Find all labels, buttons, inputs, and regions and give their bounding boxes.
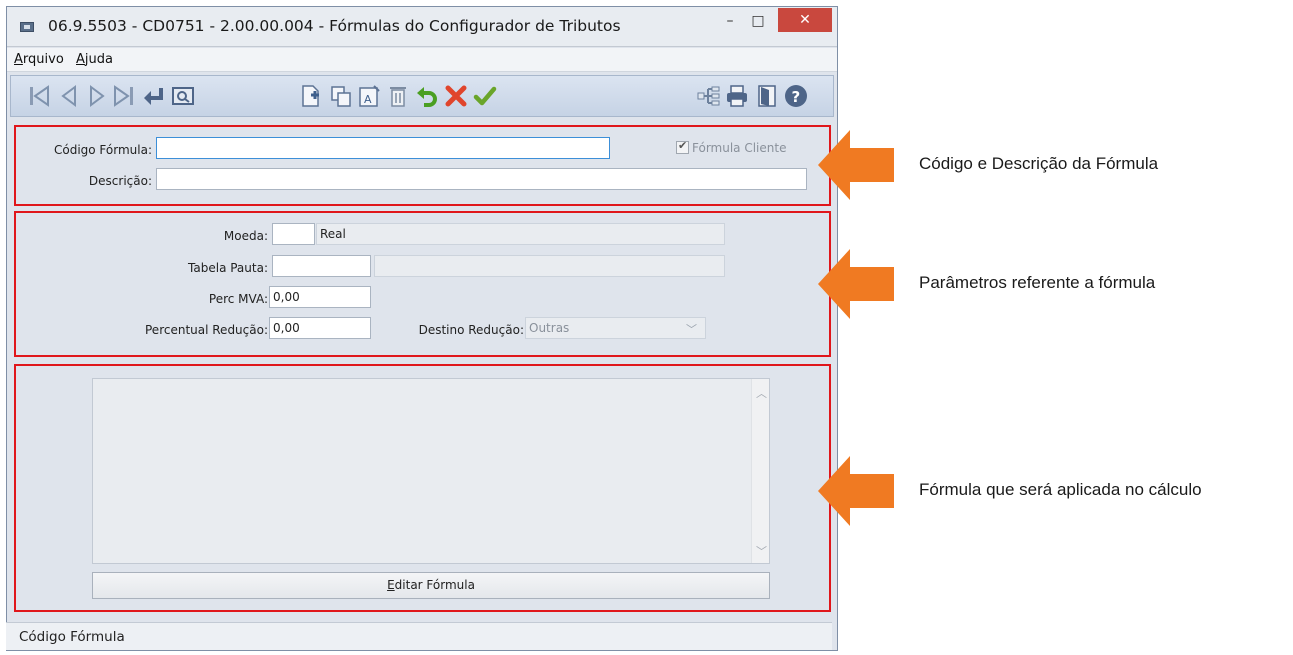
window-title: 06.9.5503 - CD0751 - 2.00.00.004 - Fórmu… xyxy=(48,17,621,35)
codigo-formula-label: Código Fórmula: xyxy=(53,143,152,157)
status-text: Código Fórmula xyxy=(19,629,125,645)
menu-ajuda-mnemonic: A xyxy=(76,52,85,67)
svg-text:?: ? xyxy=(792,88,801,106)
formula-cliente-check-box[interactable] xyxy=(676,139,689,154)
exit-door-icon[interactable] xyxy=(755,84,779,108)
help-icon[interactable]: ? xyxy=(784,84,808,108)
app-icon xyxy=(20,22,34,32)
destino-reducao-label: Destino Redução: xyxy=(418,323,524,337)
title-bar[interactable]: 06.9.5503 - CD0751 - 2.00.00.004 - Fórmu… xyxy=(7,7,837,47)
previous-record-icon[interactable] xyxy=(57,84,81,108)
moeda-label: Moeda: xyxy=(223,229,268,243)
menu-arquivo[interactable]: Arquivo xyxy=(14,52,64,67)
editar-formula-mnemonic: E xyxy=(387,578,395,592)
formula-scrollbar[interactable]: ︿ ﹀ xyxy=(751,379,769,563)
perc-mva-input[interactable]: 0,00 xyxy=(269,286,371,308)
tabela-pauta-label: Tabela Pauta: xyxy=(188,261,268,275)
formula-cliente-checkbox[interactable]: Fórmula Cliente xyxy=(676,139,787,155)
close-button[interactable]: ✕ xyxy=(778,8,832,32)
delete-icon[interactable] xyxy=(386,84,410,108)
arrow-left-icon xyxy=(818,456,894,526)
save-check-icon[interactable] xyxy=(473,84,497,108)
annotation-parameters: Parâmetros referente a fórmula xyxy=(919,273,1156,292)
undo-icon[interactable] xyxy=(415,84,439,108)
arrow-left-icon xyxy=(818,130,894,200)
destino-reducao-value: Outras xyxy=(529,321,570,335)
codigo-formula-input[interactable] xyxy=(156,137,610,159)
search-icon[interactable] xyxy=(171,84,195,108)
menu-bar: Arquivo Ajuda xyxy=(7,48,837,72)
annotation-formula: Fórmula que será aplicada no cálculo xyxy=(919,480,1202,499)
copy-record-icon[interactable] xyxy=(329,84,353,108)
percentual-reducao-label: Percentual Redução: xyxy=(145,323,268,337)
last-record-icon[interactable] xyxy=(112,84,136,108)
formula-cliente-label: Fórmula Cliente xyxy=(692,141,787,155)
new-record-icon[interactable] xyxy=(299,84,323,108)
menu-arquivo-label: rquivo xyxy=(22,52,64,67)
arrow-left-icon xyxy=(818,249,894,319)
menu-arquivo-mnemonic: A xyxy=(14,52,23,67)
scroll-down-icon[interactable]: ﹀ xyxy=(756,543,767,559)
moeda-name-display: Real xyxy=(316,223,725,245)
editar-formula-label: ditar Fórmula xyxy=(394,578,475,592)
menu-ajuda[interactable]: Ajuda xyxy=(76,52,113,67)
destino-reducao-select[interactable]: Outras ﹀ xyxy=(525,317,706,339)
chevron-down-icon: ﹀ xyxy=(686,323,697,336)
status-bar: Código Fórmula xyxy=(6,622,832,650)
menu-ajuda-label: juda xyxy=(84,52,113,67)
toolbar: A ? xyxy=(10,75,834,117)
percentual-reducao-input[interactable]: 0,00 xyxy=(269,317,371,339)
maximize-button[interactable]: □ xyxy=(745,8,771,35)
tabela-pauta-input[interactable] xyxy=(272,255,371,277)
svg-text:A: A xyxy=(364,93,372,106)
next-record-icon[interactable] xyxy=(85,84,109,108)
scroll-up-icon[interactable]: ︿ xyxy=(756,385,767,401)
edit-text-icon[interactable]: A xyxy=(357,84,381,108)
moeda-code-input[interactable] xyxy=(272,223,315,245)
tabela-pauta-desc-display xyxy=(374,255,725,277)
descricao-input[interactable] xyxy=(156,168,807,190)
minimize-button[interactable]: – xyxy=(717,8,743,35)
formula-textarea[interactable]: ︿ ﹀ xyxy=(92,378,770,564)
tree-structure-icon[interactable] xyxy=(697,84,721,108)
formula-text xyxy=(93,379,769,387)
print-icon[interactable] xyxy=(725,84,749,108)
editar-formula-button[interactable]: Editar Fórmula xyxy=(92,572,770,599)
go-to-icon[interactable] xyxy=(141,84,165,108)
descricao-label: Descrição: xyxy=(88,174,152,188)
perc-mva-label: Perc MVA: xyxy=(208,292,268,306)
first-record-icon[interactable] xyxy=(27,84,51,108)
cancel-icon[interactable] xyxy=(444,84,468,108)
annotation-code-description: Código e Descrição da Fórmula xyxy=(919,154,1159,173)
